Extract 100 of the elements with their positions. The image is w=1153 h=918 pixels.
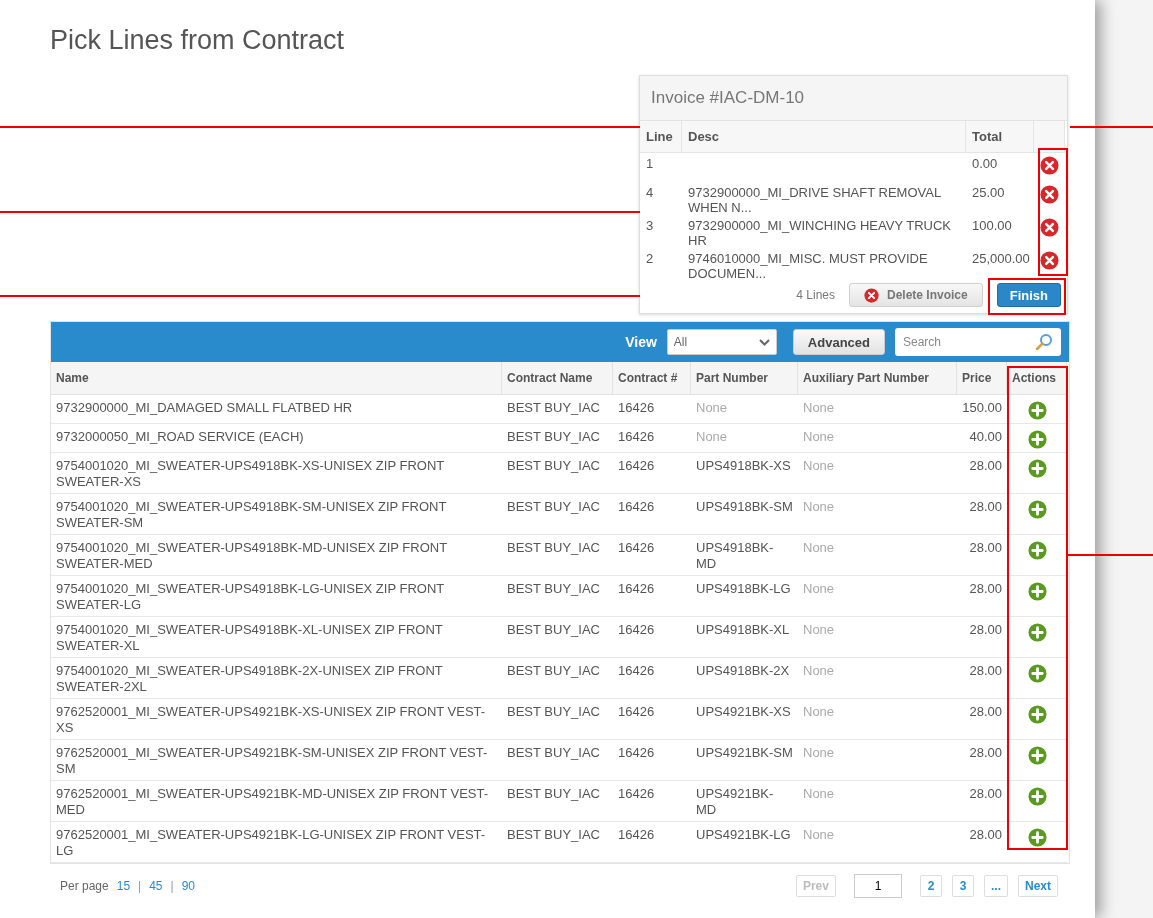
remove-icon	[864, 287, 879, 303]
table-cell: 16426	[613, 617, 691, 658]
table-cell-text: 9732900000_MI_DRIVE SHAFT REMOVAL WHEN N...	[687, 184, 942, 215]
table-cell: 28.00	[957, 658, 1007, 699]
table-cell: 9754001020_MI_SWEATER-UPS4918BK-LG-UNISEX ZIP FRONT SWEATER-LG	[51, 576, 502, 617]
more-pages-button[interactable]: ...	[983, 875, 1008, 897]
remove-icon[interactable]	[1040, 218, 1059, 237]
per-page-label: Per page	[60, 879, 109, 893]
advanced-button[interactable]: Advanced	[792, 329, 885, 355]
table-cell: 9754001020_MI_SWEATER-UPS4918BK-2X-UNISEX ZIP FRONT SWEATER-2XL	[51, 658, 502, 699]
table-cell: 16426	[613, 781, 691, 822]
table-cell-text: 9732900000_MI_WINCHING HEAVY TRUCK HR	[687, 217, 952, 248]
page-input[interactable]: 1	[853, 874, 902, 898]
table-cell: UPS4921BK-MD	[691, 781, 798, 822]
table-cell: 16426	[613, 576, 691, 617]
column-header: Name	[51, 362, 502, 395]
table-cell: None	[798, 494, 957, 535]
table-cell: None	[798, 424, 957, 453]
table-cell: 28.00	[957, 576, 1007, 617]
table-cell: BEST BUY_IAC	[502, 395, 613, 424]
view-dropdown[interactable]: All	[666, 329, 777, 355]
table-cell: 9762520001_MI_SWEATER-UPS4921BK-XS-UNISEX ZIP FRONT VEST-XS	[51, 699, 502, 740]
column-header: Price	[957, 362, 1007, 395]
table-cell: None	[798, 699, 957, 740]
invoice-title: Invoice #IAC-DM-10	[640, 76, 1067, 121]
table-cell: 16426	[613, 494, 691, 535]
table-cell: None	[798, 781, 957, 822]
table-cell: None	[691, 424, 798, 453]
chevron-down-icon	[758, 338, 770, 346]
table-cell-text: 25,000.00	[971, 250, 1031, 268]
per-page-link[interactable]: 15	[116, 879, 131, 893]
search-field[interactable]: Search	[895, 328, 1061, 356]
header-background	[1034, 121, 1065, 153]
table-cell: UPS4918BK-SM	[691, 494, 798, 535]
table-cell: 28.00	[957, 781, 1007, 822]
add-icon[interactable]	[1027, 828, 1047, 847]
add-icon[interactable]	[1027, 401, 1047, 420]
delete-invoice-button[interactable]: Delete Invoice	[849, 283, 983, 307]
remove-icon[interactable]	[1040, 156, 1059, 175]
column-header: Total	[966, 121, 1034, 153]
table-cell: 28.00	[957, 699, 1007, 740]
table-cell: UPS4918BK-XL	[691, 617, 798, 658]
table-cell: 9732000050_MI_ROAD SERVICE (EACH)	[51, 424, 502, 453]
table-cell: BEST BUY_IAC	[502, 453, 613, 494]
add-icon[interactable]	[1027, 746, 1047, 765]
add-icon[interactable]	[1027, 459, 1047, 478]
add-icon[interactable]	[1027, 430, 1047, 449]
table-cell: 28.00	[957, 617, 1007, 658]
column-header: Contract #	[613, 362, 691, 395]
search-icon	[1035, 333, 1053, 351]
table-cell: UPS4921BK-LG	[691, 822, 798, 863]
table-cell: 16426	[613, 740, 691, 781]
table-cell: 16426	[613, 395, 691, 424]
remove-icon[interactable]	[1040, 251, 1059, 270]
column-header: Line	[640, 121, 682, 153]
table-cell-text: 1	[645, 155, 655, 173]
table-cell: BEST BUY_IAC	[502, 424, 613, 453]
table-cell-text: 2	[645, 250, 655, 268]
table-cell: BEST BUY_IAC	[502, 535, 613, 576]
add-icon[interactable]	[1027, 664, 1047, 683]
table-cell: None	[691, 395, 798, 424]
table-cell: 28.00	[957, 822, 1007, 863]
table-cell: None	[798, 822, 957, 863]
table-cell: 9732900000_MI_DAMAGED SMALL FLATBED HR	[51, 395, 502, 424]
page-button[interactable]: 3	[951, 875, 974, 897]
next-button[interactable]: Next	[1018, 875, 1058, 897]
table-cell: 16426	[613, 658, 691, 699]
table-cell: None	[798, 535, 957, 576]
page-title: Pick Lines from Contract	[50, 24, 346, 57]
table-cell: 28.00	[957, 740, 1007, 781]
separator: |	[170, 879, 174, 893]
column-header: Desc	[682, 121, 966, 153]
add-icon[interactable]	[1027, 623, 1047, 642]
table-cell: None	[798, 395, 957, 424]
table-cell-text: 4	[645, 184, 655, 202]
table-cell: BEST BUY_IAC	[502, 494, 613, 535]
finish-button[interactable]: Finish	[996, 283, 1061, 307]
add-icon[interactable]	[1027, 582, 1047, 601]
add-icon[interactable]	[1027, 705, 1047, 724]
per-page-link[interactable]: 90	[181, 879, 196, 893]
remove-icon[interactable]	[1040, 185, 1059, 204]
table-cell: 16426	[613, 822, 691, 863]
table-cell: UPS4918BK-2X	[691, 658, 798, 699]
table-cell: 16426	[613, 535, 691, 576]
table-cell: UPS4918BK-LG	[691, 576, 798, 617]
add-icon[interactable]	[1027, 500, 1047, 519]
table-cell: UPS4918BK-MD	[691, 535, 798, 576]
table-cell: 16426	[613, 424, 691, 453]
table-cell: BEST BUY_IAC	[502, 699, 613, 740]
table-cell: None	[798, 740, 957, 781]
column-header: Part Number	[691, 362, 798, 395]
table-cell: None	[798, 453, 957, 494]
column-header: Actions	[1007, 362, 1067, 395]
add-icon[interactable]	[1027, 787, 1047, 806]
separator: |	[138, 879, 142, 893]
table-cell: UPS4921BK-SM	[691, 740, 798, 781]
table-cell: 9754001020_MI_SWEATER-UPS4918BK-MD-UNISEX ZIP FRONT SWEATER-MED	[51, 535, 502, 576]
add-icon[interactable]	[1027, 541, 1047, 560]
page-button[interactable]: 2	[919, 875, 942, 897]
per-page-link[interactable]: 45	[149, 879, 163, 893]
